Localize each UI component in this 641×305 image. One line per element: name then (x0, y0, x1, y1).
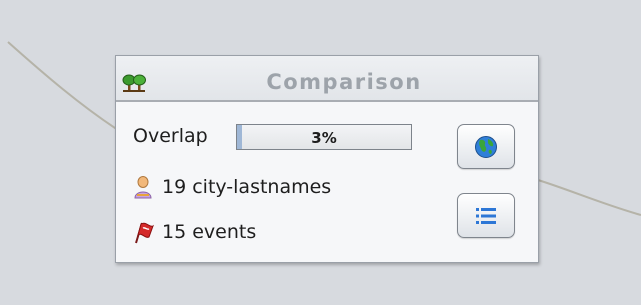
person-icon (134, 176, 152, 199)
panel-header[interactable]: Comparison (116, 56, 538, 102)
overlap-label: Overlap (133, 125, 208, 147)
events-row[interactable]: 15 events (132, 218, 256, 246)
overlap-value: 3% (311, 129, 337, 147)
map-route-line (537, 179, 641, 216)
overlap-progress-bar: 3% (236, 124, 412, 150)
event-flag-icon (135, 222, 154, 244)
events-count: 15 events (162, 221, 257, 243)
city-lastnames-row[interactable]: 19 city-lastnames (132, 173, 331, 201)
comparison-panel: Comparison Overlap 3% 19 city-lastnames … (115, 55, 539, 263)
show-list-button[interactable] (457, 193, 515, 238)
city-lastnames-count: 19 city-lastnames (162, 176, 332, 198)
map-route-line (7, 41, 119, 131)
panel-title: Comparison (266, 70, 422, 94)
list-icon (476, 207, 496, 224)
globe-icon (475, 135, 497, 158)
show-on-map-button[interactable] (457, 124, 515, 169)
